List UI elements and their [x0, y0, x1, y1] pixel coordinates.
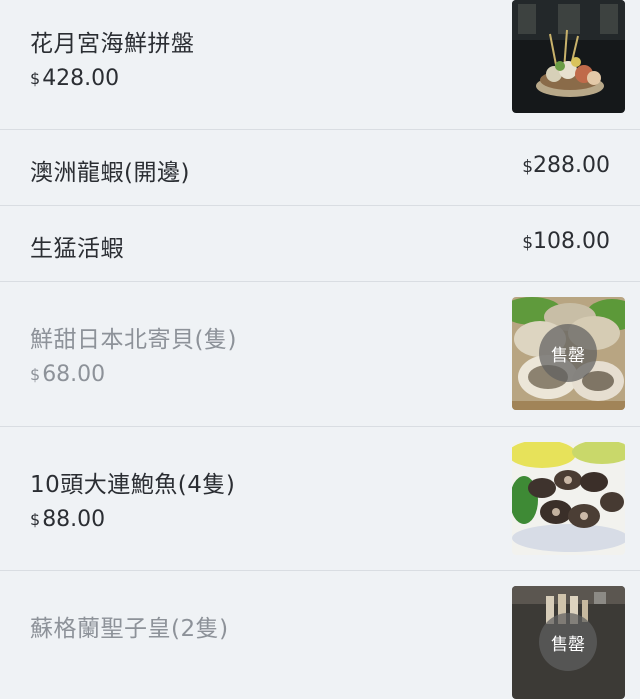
- item-name: 花月宮海鮮拼盤: [30, 31, 195, 57]
- menu-item[interactable]: 生猛活蝦 $108.00: [0, 206, 640, 282]
- item-photo-abalone[interactable]: [512, 442, 625, 555]
- item-price: $428.00: [30, 66, 120, 91]
- currency-symbol: $: [522, 233, 534, 253]
- menu-item[interactable]: 澳洲龍蝦(開邊) $288.00: [0, 130, 640, 206]
- item-price: $288.00: [522, 153, 610, 178]
- item-price: $68.00: [30, 362, 106, 387]
- item-photo-razor-clam[interactable]: 售罄: [512, 586, 625, 699]
- menu-item[interactable]: 10頭大連鮑魚(4隻) $88.00: [0, 427, 640, 571]
- currency-symbol: $: [522, 157, 534, 177]
- item-price: $88.00: [30, 507, 106, 532]
- menu-item[interactable]: 蘇格蘭聖子皇(2隻) 售罄: [0, 571, 640, 699]
- menu-item[interactable]: 鮮甜日本北寄貝(隻) $68.00 售罄: [0, 282, 640, 427]
- item-name: 澳洲龍蝦(開邊): [30, 160, 190, 186]
- sold-out-badge: 售罄: [539, 324, 597, 382]
- item-price: $108.00: [522, 229, 610, 254]
- item-name: 蘇格蘭聖子皇(2隻): [30, 616, 229, 642]
- item-photo-seafood-platter[interactable]: [512, 0, 625, 113]
- item-photo-surf-clam[interactable]: 售罄: [512, 297, 625, 410]
- item-name: 10頭大連鮑魚(4隻): [30, 472, 236, 498]
- menu-item[interactable]: 花月宮海鮮拼盤 $428.00: [0, 0, 640, 130]
- currency-symbol: $: [30, 365, 41, 384]
- item-name: 生猛活蝦: [30, 236, 124, 262]
- currency-symbol: $: [30, 510, 41, 529]
- sold-out-badge: 售罄: [539, 613, 597, 671]
- item-name: 鮮甜日本北寄貝(隻): [30, 327, 237, 353]
- currency-symbol: $: [30, 69, 41, 88]
